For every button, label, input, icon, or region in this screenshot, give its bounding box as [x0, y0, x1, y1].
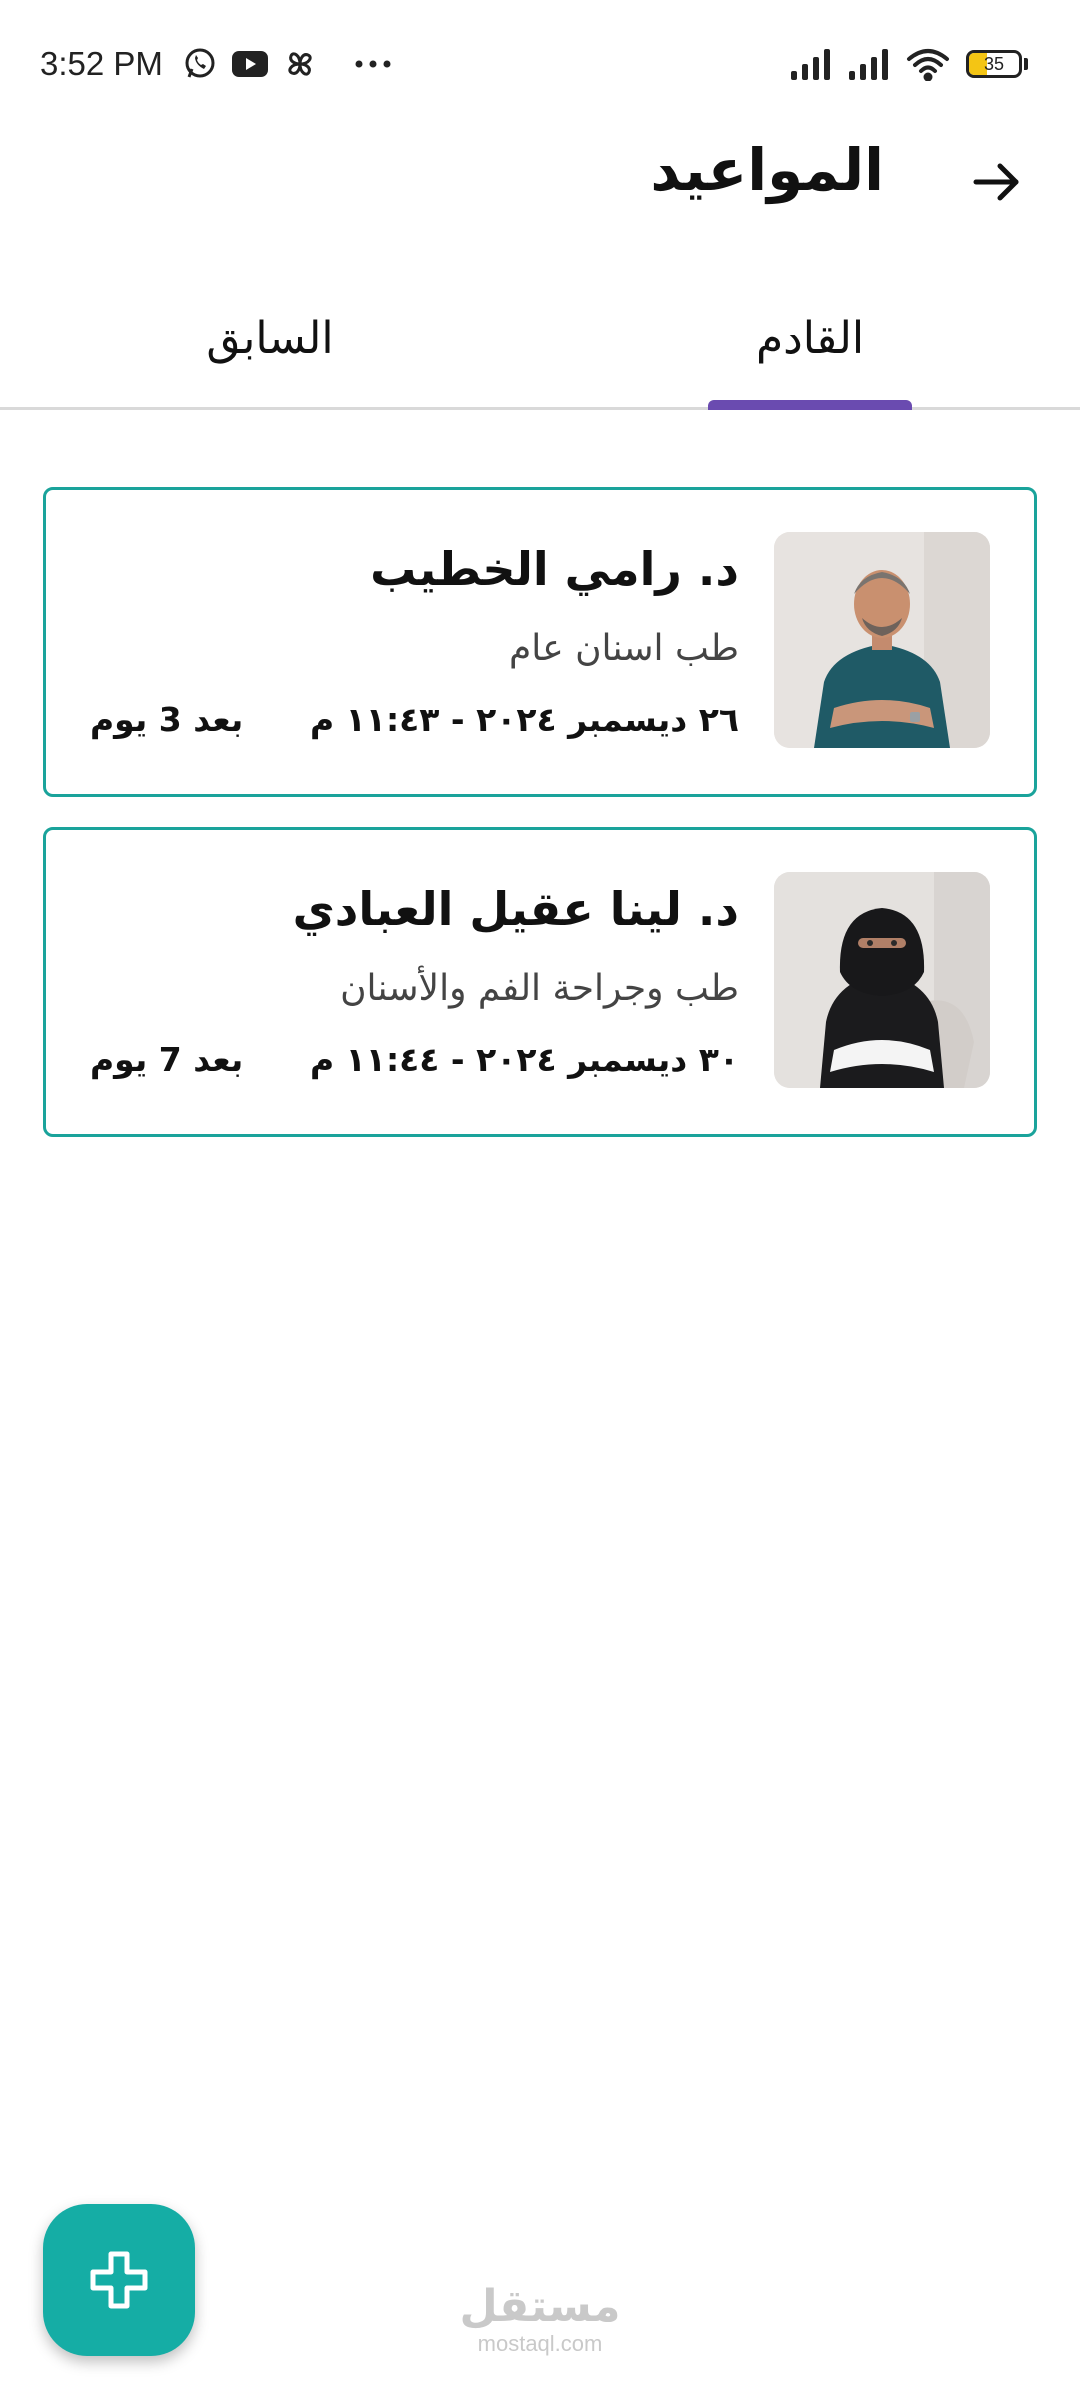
appointment-datetime: ٢٦ ديسمبر ٢٠٢٤ - ١١:٤٣ م: [309, 700, 739, 739]
whatsapp-icon: [183, 47, 217, 81]
status-bar: 3:52 PM 35: [0, 0, 1080, 128]
youtube-icon: [231, 49, 269, 79]
appointment-tabs: القادم السابق: [0, 270, 1080, 410]
wifi-icon: [906, 47, 950, 81]
status-time: 3:52 PM: [40, 45, 163, 82]
watermark: مستقل mostaql.com: [0, 2285, 1080, 2357]
doctor-name: د. رامي الخطيب: [370, 542, 739, 596]
tab-upcoming[interactable]: القادم: [540, 270, 1080, 407]
doctor-specialty: طب اسنان عام: [508, 628, 739, 669]
signal-icon: [848, 47, 890, 81]
appointments-screen: 3:52 PM 35 المواعيد القادم السابق د. رام…: [0, 0, 1080, 2400]
back-button[interactable]: [964, 150, 1028, 214]
pinwheel-icon: [283, 47, 317, 81]
appointment-countdown: بعد 7 يوم: [90, 1040, 244, 1079]
doctor-name: د. لينا عقيل العبادي: [292, 882, 739, 936]
doctor-specialty: طب وجراحة الفم والأسنان: [340, 968, 739, 1009]
page-title: المواعيد: [650, 136, 884, 204]
appointment-card[interactable]: د. لينا عقيل العبادي طب وجراحة الفم والأ…: [43, 827, 1037, 1137]
battery-indicator: 35: [966, 50, 1022, 78]
appointment-datetime: ٣٠ ديسمبر ٢٠٢٤ - ١١:٤٤ م: [309, 1040, 739, 1079]
signal-icon: [790, 47, 832, 81]
appointment-card[interactable]: د. رامي الخطيب طب اسنان عام ٢٦ ديسمبر ٢٠…: [43, 487, 1037, 797]
active-tab-indicator: [708, 400, 912, 410]
tab-previous-label: السابق: [206, 313, 334, 364]
watermark-main: مستقل: [459, 2281, 621, 2332]
tab-upcoming-label: القادم: [755, 313, 865, 364]
doctor-photo: [774, 532, 990, 748]
female-doctor-photo: [774, 872, 990, 1088]
battery-icon: 35: [966, 50, 1028, 78]
male-doctor-photo: [774, 532, 990, 748]
more-dots-icon: [355, 59, 391, 69]
tab-previous[interactable]: السابق: [0, 270, 540, 407]
status-right: 35: [790, 47, 1028, 81]
status-left: 3:52 PM: [40, 45, 391, 83]
battery-level: 35: [983, 53, 1005, 74]
app-header: المواعيد: [0, 128, 1080, 228]
doctor-photo: [774, 872, 990, 1088]
battery-cap: [1024, 58, 1028, 70]
arrow-right-icon: [973, 163, 1019, 201]
watermark-sub: mostaql.com: [477, 2331, 603, 2356]
appointment-countdown: بعد 3 يوم: [90, 700, 244, 739]
